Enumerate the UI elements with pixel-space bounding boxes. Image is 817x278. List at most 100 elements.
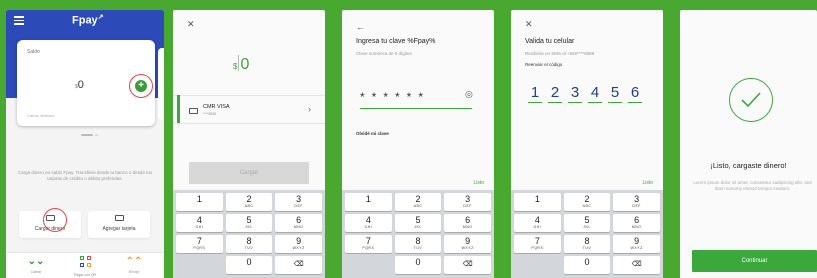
- hide-password-icon[interactable]: ◎: [465, 89, 473, 100]
- key-letters: TUV: [244, 246, 254, 250]
- resend-code-link[interactable]: Reenviar el código: [525, 62, 562, 67]
- keypad-key[interactable]: 4 GHI: [176, 214, 223, 232]
- balance-amount: $0: [75, 79, 84, 91]
- double-chevron-up-icon: ⌃⌃: [125, 256, 143, 267]
- key-digit: 4: [196, 215, 202, 225]
- keypad-key[interactable]: 5 JKL: [394, 214, 442, 232]
- otp-digit: 6: [628, 84, 642, 103]
- nav-cobrar[interactable]: ⌄⌄ Cobrar: [16, 256, 56, 274]
- key-digit: 0: [246, 257, 252, 267]
- keypad-key[interactable]: 6 MNO: [613, 214, 661, 232]
- menu-icon[interactable]: [14, 16, 24, 25]
- key-digit: 6: [634, 215, 640, 225]
- otp-input[interactable]: 1 2 3 4 5 6: [528, 84, 642, 103]
- key-digit: 4: [365, 215, 371, 225]
- load-amount-screen: ✕ $0 CMR VISA ****8888 › Cargar 1 2 ABC 3 DE…: [173, 10, 325, 278]
- keypad-key[interactable]: 3 DEF: [275, 193, 323, 211]
- key-letters: ABC: [582, 204, 592, 208]
- keypad-key[interactable]: 8 TUV: [225, 235, 273, 253]
- keypad-key[interactable]: 7 PQRS: [176, 235, 223, 253]
- key-letters: GHI: [195, 225, 204, 229]
- keypad-key[interactable]: 1: [514, 193, 561, 211]
- otp-digit: 1: [528, 84, 542, 103]
- backspace-icon[interactable]: ⌫: [275, 256, 323, 274]
- keypad-key[interactable]: 6 MNO: [444, 214, 492, 232]
- keypad-row: 1 2 ABC 3 DEF: [514, 193, 661, 211]
- keypad-key[interactable]: 5 JKL: [563, 214, 611, 232]
- check-circle-icon: [729, 78, 773, 122]
- keypad-key[interactable]: 4 GHI: [514, 214, 561, 232]
- keypad-key[interactable]: 2 ABC: [563, 193, 611, 211]
- keypad-key[interactable]: 9 WXYZ: [613, 235, 661, 253]
- key-digit: 1: [534, 194, 540, 204]
- key-digit: 5: [415, 215, 421, 225]
- keypad-key[interactable]: 0: [563, 256, 611, 274]
- nav-pagar-qr[interactable]: Pagar con QR: [65, 256, 105, 277]
- nav-enviar[interactable]: ⌃⌃ Enviar: [114, 256, 154, 274]
- keypad-key[interactable]: 2 ABC: [394, 193, 442, 211]
- keypad-key[interactable]: 9 WXYZ: [275, 235, 323, 253]
- keypad-key[interactable]: 1: [345, 193, 392, 211]
- keypad-row: 0 ⌫: [514, 256, 661, 274]
- keypad-row: 1 2 ABC 3 DEF: [345, 193, 492, 211]
- pin-input[interactable]: ******: [360, 90, 430, 104]
- otp-digit: 4: [588, 84, 602, 103]
- numeric-keypad: 1 2 ABC 3 DEF 4 GHI 5 JKL 6 MNO 7 PQRS 8 TUV 9 WXYZ 0 ⌫: [511, 190, 663, 278]
- balance-card[interactable]: Saldo $0 + Carlos Jimenez: [17, 40, 155, 126]
- key-letters: ABC: [244, 204, 254, 208]
- payment-method-name[interactable]: CMR VISA: [203, 104, 230, 110]
- keypad-blank: [176, 256, 223, 274]
- backspace-icon[interactable]: ⌫: [613, 256, 661, 274]
- keypad-key[interactable]: 3 DEF: [613, 193, 661, 211]
- done-button[interactable]: Listo: [642, 180, 653, 186]
- key-letters: PQRS: [362, 246, 375, 250]
- otp-digit: 5: [608, 84, 622, 103]
- keypad-key[interactable]: 1: [176, 193, 223, 211]
- continue-button[interactable]: Continuar: [692, 250, 817, 272]
- keypad-key[interactable]: 7 PQRS: [345, 235, 392, 253]
- carousel-dots: [81, 134, 98, 136]
- add-card-button[interactable]: Agregar tarjeta: [88, 211, 150, 238]
- key-digit: 2: [415, 194, 421, 204]
- card-icon: [189, 108, 198, 114]
- keypad-key[interactable]: 7 PQRS: [514, 235, 561, 253]
- load-button[interactable]: Cargar: [189, 162, 309, 184]
- keypad-key[interactable]: 8 TUV: [563, 235, 611, 253]
- backspace-icon[interactable]: ⌫: [444, 256, 492, 274]
- keypad-key[interactable]: 9 WXYZ: [444, 235, 492, 253]
- keypad-key[interactable]: 0: [225, 256, 273, 274]
- payment-method-number: ****8888: [203, 112, 217, 116]
- keypad-key[interactable]: 2 ABC: [225, 193, 273, 211]
- close-icon[interactable]: ✕: [187, 19, 195, 30]
- keypad-row: 7 PQRS 8 TUV 9 WXYZ: [176, 235, 323, 253]
- keypad-row: 4 GHI 5 JKL 6 MNO: [176, 214, 323, 232]
- keypad-blank: [345, 256, 392, 274]
- keypad-key[interactable]: 8 TUV: [394, 235, 442, 253]
- back-arrow-icon[interactable]: ←: [356, 22, 365, 32]
- keypad-key[interactable]: 5 JKL: [225, 214, 273, 232]
- key-letters: JKL: [583, 225, 591, 229]
- key-digit: 9: [296, 236, 302, 246]
- key-digit: 2: [246, 194, 252, 204]
- key-digit: 7: [365, 236, 371, 246]
- forgot-pin-link[interactable]: Olvidé mi clave: [356, 131, 389, 136]
- keypad-row: 7 PQRS 8 TUV 9 WXYZ: [514, 235, 661, 253]
- keypad-key[interactable]: 0: [394, 256, 442, 274]
- keypad-key[interactable]: 6 MNO: [275, 214, 323, 232]
- key-digit: 8: [246, 236, 252, 246]
- success-screen: ¡Listo, cargaste dinero! Lorem ipsum dol…: [680, 10, 817, 278]
- close-icon[interactable]: ✕: [525, 19, 533, 30]
- done-button[interactable]: Listo: [473, 180, 484, 186]
- key-digit: 8: [415, 236, 421, 246]
- add-money-icon[interactable]: +: [135, 80, 147, 92]
- chevron-right-icon[interactable]: ›: [308, 104, 311, 114]
- pin-screen: ← Ingresa tu clave %Fpay% Clave numérica…: [342, 10, 494, 278]
- key-letters: MNO: [462, 225, 473, 229]
- key-letters: PQRS: [531, 246, 544, 250]
- next-card-peek[interactable]: [158, 48, 164, 120]
- keypad-key[interactable]: 3 DEF: [444, 193, 492, 211]
- keypad-key[interactable]: 4 GHI: [345, 214, 392, 232]
- key-digit: 0: [584, 257, 590, 267]
- amount-input[interactable]: $0: [233, 55, 249, 74]
- key-letters: TUV: [582, 246, 592, 250]
